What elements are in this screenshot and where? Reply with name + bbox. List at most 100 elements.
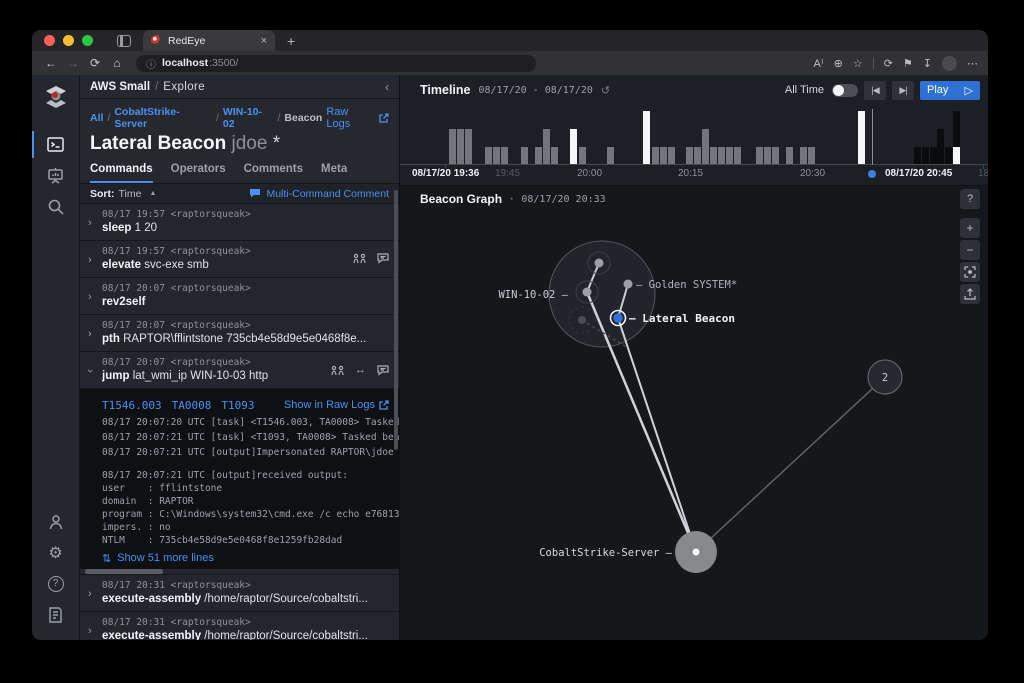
timeline-bar[interactable] [457, 129, 464, 164]
attack-tag[interactable]: T1546.003 [102, 399, 162, 412]
fit-view-button[interactable] [960, 262, 980, 282]
timeline-bar[interactable] [786, 147, 793, 164]
expand-chevron-icon[interactable]: › [88, 625, 92, 637]
attack-tag[interactable]: TA0008 [172, 399, 212, 412]
export-graph-button[interactable] [960, 284, 980, 304]
timeline-bar[interactable] [772, 147, 779, 164]
close-tab-icon[interactable]: × [261, 35, 267, 47]
sidebar-item-search[interactable] [32, 191, 80, 222]
timeline-bar[interactable] [764, 147, 771, 164]
horizontal-scrollbar[interactable] [80, 569, 399, 574]
timeline-bar[interactable] [493, 147, 500, 164]
forward-icon[interactable]: → [64, 56, 82, 70]
show-in-raw-logs-link[interactable]: Show in Raw Logs [284, 399, 389, 411]
sidebar-item-presentation[interactable] [32, 160, 80, 191]
timeline-bar[interactable] [570, 129, 577, 164]
show-more-lines-link[interactable]: ⇅ Show 51 more lines [102, 549, 393, 567]
timeline-bar[interactable] [808, 147, 815, 164]
command-row[interactable]: › 08/17 19:57 <raptorsqueak> elevate svc… [80, 241, 399, 278]
timeline-bar[interactable] [668, 147, 675, 164]
sidebar-item-settings[interactable]: ⚙ [32, 537, 80, 568]
minimize-window-button[interactable] [63, 35, 74, 46]
back-icon[interactable]: ← [42, 56, 60, 70]
timeline-histogram[interactable] [400, 109, 988, 165]
command-row-expanded[interactable]: › 08/17 20:07 <raptorsqueak> jump lat_wm… [80, 352, 399, 389]
sidebar-item-user[interactable] [32, 506, 80, 537]
timeline-bar[interactable] [551, 147, 558, 164]
favorites-icon[interactable]: ☆ [853, 57, 863, 70]
timeline-bar[interactable] [914, 147, 921, 164]
collections-icon[interactable]: ⟳ [884, 57, 893, 70]
skip-to-start-button[interactable]: |◀ [864, 80, 886, 100]
expand-chevron-icon[interactable]: › [88, 254, 92, 266]
timeline-bar[interactable] [710, 147, 717, 164]
skip-to-end-button[interactable]: ▶| [892, 80, 914, 100]
comment-icon[interactable] [377, 253, 389, 264]
tab-commands[interactable]: Commands [90, 163, 153, 183]
attack-tag[interactable]: T1093 [221, 399, 254, 412]
timeline-bar[interactable] [660, 147, 667, 164]
sidebar-item-help[interactable]: ? [32, 568, 80, 599]
read-aloud-icon[interactable]: A⁾ [814, 57, 824, 70]
vertical-scrollbar[interactable] [394, 190, 398, 450]
timeline-bar[interactable] [579, 147, 586, 164]
bookmark-flag-icon[interactable]: ⚑ [903, 57, 913, 70]
timeline-bar[interactable] [485, 147, 492, 164]
timeline-bar[interactable] [521, 147, 528, 164]
zoom-icon[interactable]: ⊕ [834, 57, 843, 70]
timeline-bar[interactable] [800, 147, 807, 164]
play-button[interactable]: Play ▷ [920, 80, 980, 100]
raw-logs-link[interactable]: Raw Logs [326, 106, 389, 130]
expand-chevron-icon[interactable]: › [88, 588, 92, 600]
browser-tab[interactable]: RedEye × [143, 30, 275, 51]
timeline-bar[interactable] [652, 147, 659, 164]
timeline-bar[interactable] [756, 147, 763, 164]
sort-direction-icon[interactable]: ▲ [149, 190, 156, 197]
downloads-icon[interactable]: ↧ [923, 57, 932, 70]
timeline-bar[interactable] [694, 147, 701, 164]
close-window-button[interactable] [44, 35, 55, 46]
sidebar-item-commands[interactable] [32, 129, 80, 160]
tab-list-icon[interactable] [117, 34, 131, 47]
lateral-movement-icon[interactable]: ↔ [355, 364, 366, 376]
tab-operators[interactable]: Operators [171, 163, 226, 183]
current-time-marker[interactable] [868, 170, 876, 178]
expand-chevron-icon[interactable]: › [88, 291, 92, 303]
sort-value[interactable]: Time [119, 188, 142, 200]
site-info-icon[interactable]: ⓘ [146, 56, 156, 71]
command-row[interactable]: › 08/17 19:57 <raptorsqueak> sleep 1 20 [80, 204, 399, 241]
timeline-bar[interactable] [930, 147, 937, 164]
breadcrumb-host[interactable]: WIN-10-02 [223, 106, 274, 130]
timeline-bar[interactable] [945, 147, 952, 164]
comment-icon[interactable] [377, 364, 389, 376]
expand-chevron-icon[interactable]: › [88, 217, 92, 229]
reload-icon[interactable]: ⟳ [86, 56, 104, 70]
timeline-bar[interactable] [718, 147, 725, 164]
collapse-chevron-icon[interactable]: › [84, 369, 96, 373]
beacon-link-icon[interactable] [353, 253, 366, 264]
address-bar[interactable]: ⓘ localhost:3500/ [136, 54, 536, 72]
beacon-node[interactable] [594, 258, 604, 268]
beacon-graph-canvas[interactable]: WIN-10-02 – – Golden SYSTEM* – Lateral B… [400, 212, 988, 640]
tab-comments[interactable]: Comments [244, 163, 303, 183]
zoom-window-button[interactable] [82, 35, 93, 46]
graph-help-button[interactable]: ? [960, 189, 980, 209]
tab-meta[interactable]: Meta [321, 163, 347, 183]
collapse-panel-icon[interactable]: ‹ [385, 80, 389, 94]
all-time-toggle[interactable] [832, 83, 858, 97]
timeline-bar[interactable] [858, 111, 865, 164]
expand-chevron-icon[interactable]: › [88, 328, 92, 340]
timeline-bar[interactable] [734, 147, 741, 164]
redeye-logo[interactable] [42, 83, 70, 111]
timeline-bar[interactable] [922, 147, 929, 164]
timeline-bar[interactable] [535, 147, 542, 164]
sidebar-item-logs[interactable] [32, 599, 80, 630]
zoom-in-button[interactable]: + [960, 218, 980, 238]
more-menu-icon[interactable]: ⋯ [967, 57, 978, 70]
new-tab-button[interactable]: + [287, 33, 295, 49]
breadcrumb-all[interactable]: All [90, 112, 103, 124]
beacon-node[interactable] [582, 287, 592, 297]
zoom-out-button[interactable]: − [960, 240, 980, 260]
loop-icon[interactable]: ↺ [601, 84, 610, 97]
timeline-bar[interactable] [607, 147, 614, 164]
